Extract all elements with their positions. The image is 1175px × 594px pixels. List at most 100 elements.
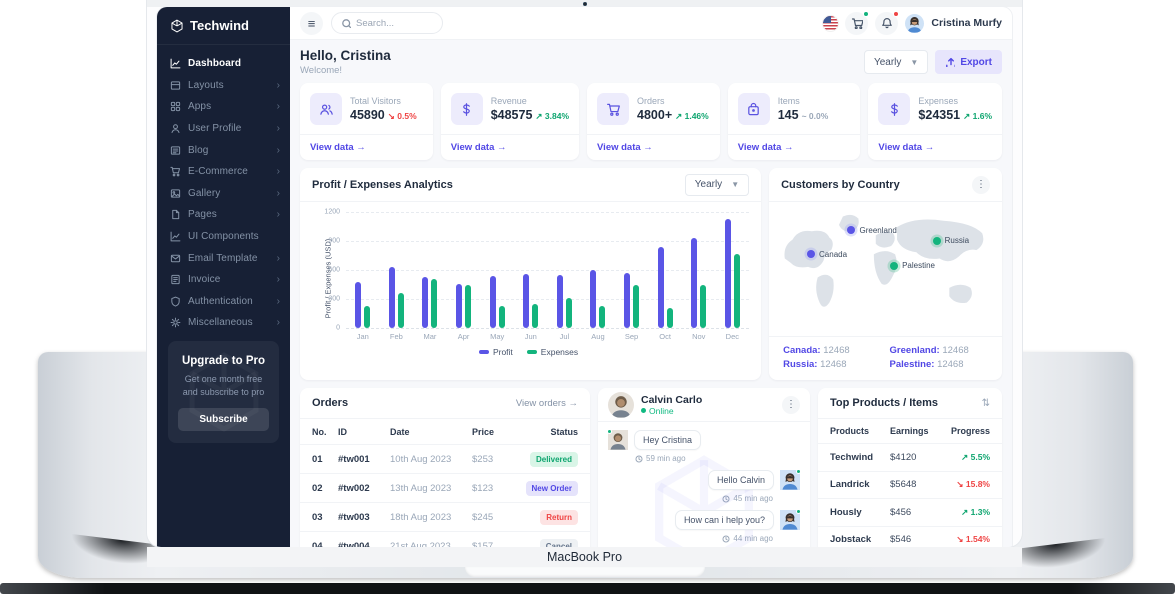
users-icon — [310, 93, 342, 125]
stat-card-items: Items145~ 0.0%View data → — [728, 83, 861, 160]
bar-expenses — [667, 308, 673, 328]
legend-item-expenses: Expenses — [527, 347, 578, 357]
bar-expenses — [734, 254, 740, 328]
customers-by-country-card: Customers by Country ⋮ — [769, 168, 1002, 380]
country-stat-canada: Canada: 12468 — [783, 345, 881, 356]
sidebar-item-dashboard[interactable]: Dashboard — [157, 53, 290, 75]
macbook-mockup: Techwind DashboardLayouts›Apps›User Prof… — [0, 0, 1175, 594]
view-orders-link[interactable]: View orders → — [516, 398, 578, 409]
stat-card-orders: Orders4800+↗ 1.46%View data → — [587, 83, 720, 160]
marker-dot-icon — [847, 226, 855, 234]
chat-contact-avatar — [608, 392, 634, 418]
bar-group-dec — [716, 212, 750, 328]
bar-expenses — [633, 285, 639, 329]
hamburger-menu-button[interactable]: ≡ — [300, 12, 323, 35]
sidebar-item-miscellaneous[interactable]: Miscellaneous› — [157, 312, 290, 334]
marker-label: Canada — [819, 250, 847, 259]
bar-profit — [389, 267, 395, 328]
us-flag-icon[interactable] — [823, 16, 838, 31]
upload-icon — [945, 57, 955, 67]
chat-contact-name: Calvin Carlo — [641, 394, 702, 406]
view-data-link[interactable]: View data → — [441, 134, 579, 160]
shield-icon — [170, 296, 181, 307]
export-button[interactable]: Export — [935, 50, 1002, 74]
sidebar-item-user-profile[interactable]: User Profile› — [157, 118, 290, 140]
y-tick-label: 600 — [328, 267, 340, 274]
search-input[interactable] — [356, 18, 426, 29]
stat-value: $48575↗ 3.84% — [491, 108, 569, 122]
bar-profit — [490, 276, 496, 328]
sidebar-item-pages[interactable]: Pages› — [157, 204, 290, 226]
chevron-right-icon: › — [277, 274, 280, 285]
product-row-hously: Hously$456↗ 1.3% — [818, 498, 1002, 526]
top-products-card: Top Products / Items ⇅ Products Earnings… — [818, 388, 1002, 547]
map-title: Customers by Country — [781, 179, 900, 191]
stat-delta: ↗ 1.6% — [963, 111, 992, 121]
sort-icon[interactable]: ⇅ — [982, 398, 990, 409]
view-data-link[interactable]: View data → — [300, 134, 433, 160]
view-data-link[interactable]: View data → — [587, 134, 720, 160]
order-row-04: 04#tw00421st Aug 2023$157Cancel — [300, 531, 590, 547]
sidebar-item-label: UI Components — [188, 231, 280, 242]
world-map: CanadaGreenlandRussiaPalestine — [779, 206, 992, 332]
hexagon-watermark-icon — [645, 453, 763, 547]
chart-period-select[interactable]: Yearly ▼ — [685, 174, 749, 196]
order-row-03: 03#tw00318th Aug 2023$245Return — [300, 502, 590, 531]
bell-icon — [881, 17, 893, 29]
sidebar-item-apps[interactable]: Apps› — [157, 96, 290, 118]
main-area: ≡ — [290, 7, 1012, 547]
message-avatar — [780, 510, 800, 530]
stat-value: $24351↗ 1.6% — [918, 108, 992, 122]
x-tick-label: Mar — [413, 332, 447, 341]
device-label: MacBook Pro — [547, 550, 622, 564]
stat-label: Revenue — [491, 96, 569, 106]
country-stat-palestine: Palestine: 12468 — [890, 359, 988, 370]
sidebar-item-authentication[interactable]: Authentication› — [157, 291, 290, 313]
chevron-right-icon: › — [277, 145, 280, 156]
kebab-menu-button[interactable]: ⋮ — [972, 176, 990, 194]
bar-chart: Profit / Expenses (USD) 03006009001200 J… — [300, 202, 761, 357]
stat-card-revenue: Revenue $48575↗ 3.84% View data → — [441, 83, 579, 160]
profit-expenses-card: Profit / Expenses Analytics Yearly ▼ Pro… — [300, 168, 761, 380]
view-data-link[interactable]: View data → — [728, 134, 861, 160]
page-subtitle: Welcome! — [300, 65, 391, 76]
product-row-jobstack: Jobstack$546↘ 1.54% — [818, 526, 1002, 548]
stat-delta: ↘ 0.5% — [388, 111, 417, 121]
topbar: ≡ — [290, 7, 1012, 40]
cart-icon — [851, 17, 863, 29]
user-icon — [170, 123, 181, 134]
sidebar-item-email-template[interactable]: Email Template› — [157, 247, 290, 269]
subscribe-button[interactable]: Subscribe — [178, 408, 269, 431]
chat-scroll-area[interactable]: Hey Cristina59 min agoHello Calvin45 min… — [598, 422, 810, 547]
bar-profit — [725, 219, 731, 328]
cart-button[interactable] — [845, 12, 868, 35]
cart-icon — [170, 166, 181, 177]
laptop-bezel-label: MacBook Pro — [147, 547, 1022, 567]
sidebar-item-blog[interactable]: Blog› — [157, 139, 290, 161]
sidebar-item-e-commerce[interactable]: E-Commerce› — [157, 161, 290, 183]
bottom-row: Orders View orders → No. ID Date Price S… — [300, 388, 1002, 547]
laptop-screen: Techwind DashboardLayouts›Apps›User Prof… — [147, 0, 1022, 547]
map-marker-russia: Russia — [933, 236, 969, 245]
notifications-button[interactable] — [875, 12, 898, 35]
bar-expenses — [566, 298, 572, 328]
user-name[interactable]: Cristina Murfy — [931, 17, 1002, 29]
online-dot — [607, 429, 612, 434]
sidebar-item-ui-components[interactable]: UI Components — [157, 226, 290, 248]
sidebar-item-gallery[interactable]: Gallery› — [157, 183, 290, 205]
chevron-right-icon: › — [277, 166, 280, 177]
period-select[interactable]: Yearly ▼ — [864, 50, 928, 74]
status-badge: Cancel — [540, 539, 578, 548]
user-avatar[interactable] — [905, 14, 924, 33]
x-tick-label: Nov — [682, 332, 716, 341]
view-data-link[interactable]: View data → — [868, 134, 1002, 160]
chat-menu-button[interactable]: ⋮ — [782, 396, 800, 414]
products-table-body: Techwind$4120↗ 5.5%Landrick$5648↘ 15.8%H… — [818, 443, 1002, 547]
sidebar-item-layouts[interactable]: Layouts› — [157, 75, 290, 97]
search-box[interactable] — [331, 12, 443, 34]
chevron-right-icon: › — [277, 317, 280, 328]
map-marker-greenland: Greenland — [847, 226, 896, 235]
brand-logo[interactable]: Techwind — [157, 7, 290, 45]
upgrade-card: Upgrade to Pro Get one month free and su… — [168, 341, 279, 443]
sidebar-item-invoice[interactable]: Invoice› — [157, 269, 290, 291]
